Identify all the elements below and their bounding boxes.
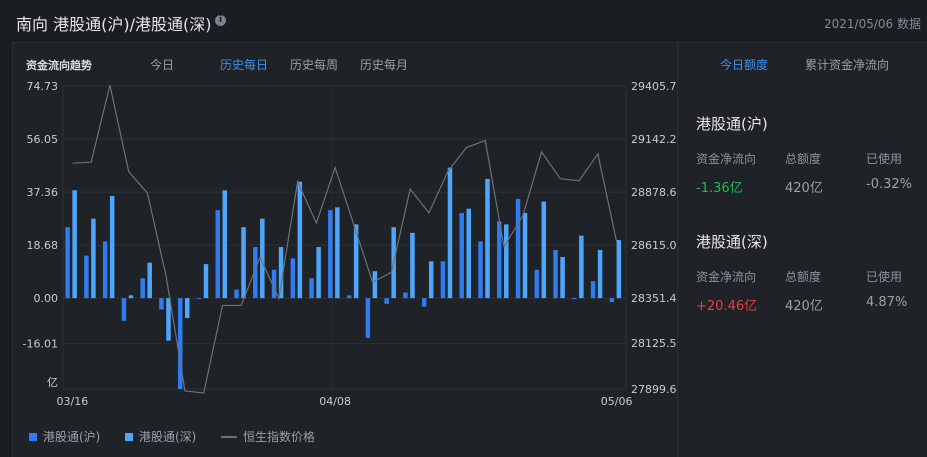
bar-sz [109, 195, 115, 299]
bar-sz [222, 190, 228, 299]
bar-sz [522, 212, 528, 299]
bar-sh [384, 298, 389, 304]
left-tick-label: 37.36 [27, 186, 59, 199]
bar-sh [159, 298, 164, 310]
sh-used-label: 已使用 [866, 152, 903, 166]
tab-cumulative-flow[interactable]: 累计资金净流向 [805, 56, 889, 73]
bar-sh [215, 210, 221, 299]
bar-sz [466, 208, 471, 299]
flow-chart: 74.73 56.05 37.36 18.68 0.00 -16.01 亿 29405.7 29… [23, 80, 677, 408]
right-tick-label: 28878.6 [631, 186, 677, 199]
right-tick-label: 29405.7 [631, 80, 677, 93]
bar-sh [440, 261, 446, 299]
sh-title: 港股通(沪) [696, 115, 768, 133]
bar-sh [196, 298, 202, 300]
bar-sz [335, 207, 340, 299]
sz-net-label: 资金净流向 [696, 270, 757, 284]
bar-sz [485, 178, 490, 299]
data-date: 2021/05/06 数据 [824, 17, 921, 31]
right-tick-label: 29142.2 [631, 133, 677, 146]
left-tick-label: -16.01 [23, 338, 58, 351]
bar-sz [616, 240, 622, 299]
bar-sz [541, 201, 547, 299]
bar-sh [403, 292, 408, 299]
bar-sz [372, 271, 378, 299]
left-unit-label: 亿 [47, 376, 58, 389]
left-tick-label: 18.68 [27, 239, 59, 252]
right-tick-label: 28351.4 [631, 292, 677, 305]
sh-used-value: -0.32% [866, 177, 912, 192]
sz-quota-value: 420亿 [785, 299, 823, 314]
bar-sz [241, 227, 246, 299]
right-tick-label: 28125.5 [631, 337, 677, 350]
sh-net-label: 资金净流向 [696, 152, 757, 166]
bar-sz [597, 249, 603, 299]
sh-quota-value: 420亿 [785, 181, 823, 196]
right-tick-label: 28615.0 [631, 239, 677, 252]
bar-sz [410, 232, 415, 299]
bar-sh [459, 212, 464, 299]
sz-net-value: +20.46亿 [696, 299, 758, 314]
x-tick-label: 05/06 [601, 395, 633, 408]
index-line [72, 84, 618, 394]
tab-today-quota[interactable]: 今日额度 [720, 56, 768, 73]
bar-sz [91, 218, 96, 299]
bar-sh [328, 210, 333, 299]
left-tick-label: 56.05 [27, 133, 59, 146]
bar-sh [609, 298, 615, 303]
quota-panel: 今日额度 累计资金净流向 港股通(沪) 资金净流向 总额度 已使用 -1.36亿… [678, 42, 927, 457]
bar-sh [534, 269, 540, 299]
bar-sz [184, 298, 190, 319]
bar-sh [290, 258, 296, 299]
sz-used-label: 已使用 [866, 270, 903, 284]
right-tick-label: 27899.6 [631, 383, 677, 396]
bar-sh [140, 278, 145, 299]
bar-sh [309, 278, 314, 299]
bar-sz [166, 298, 171, 341]
bar-sh [65, 227, 70, 299]
bar-sz [560, 256, 565, 299]
x-tick-label: 03/16 [57, 395, 89, 408]
bar-sh [497, 221, 502, 299]
bar-sz [579, 235, 584, 299]
bar-sz [203, 264, 209, 299]
sh-quota-label: 总额度 [785, 152, 822, 166]
left-tick-label: 74.73 [27, 80, 59, 93]
bar-sz [297, 181, 303, 299]
bar-sh [421, 298, 427, 307]
sh-net-value: -1.36亿 [696, 181, 743, 196]
sz-quota-label: 总额度 [785, 270, 822, 284]
bar-sh [572, 298, 577, 300]
bar-sh [515, 198, 521, 299]
bar-sh [234, 289, 239, 299]
bar-sz [316, 247, 321, 299]
bar-sh [84, 255, 89, 299]
left-tick-label: 0.00 [34, 292, 59, 305]
bar-sz [504, 224, 509, 299]
bar-sz [72, 190, 77, 299]
sz-title: 港股通(深) [696, 233, 768, 251]
bar-sh [102, 241, 108, 299]
bar-sh [590, 281, 596, 299]
bar-sh [553, 249, 558, 299]
bar-sh [177, 298, 183, 389]
bar-sh [478, 241, 483, 299]
bar-sz [147, 262, 152, 299]
sz-used-value: 4.87% [866, 295, 908, 310]
x-tick-label: 04/08 [319, 395, 351, 408]
bar-sh [346, 295, 352, 299]
bar-sh [365, 298, 371, 338]
bar-sh [121, 298, 127, 321]
bar-sz [428, 261, 434, 299]
bar-sz [128, 295, 134, 299]
bar-sz [447, 167, 453, 299]
